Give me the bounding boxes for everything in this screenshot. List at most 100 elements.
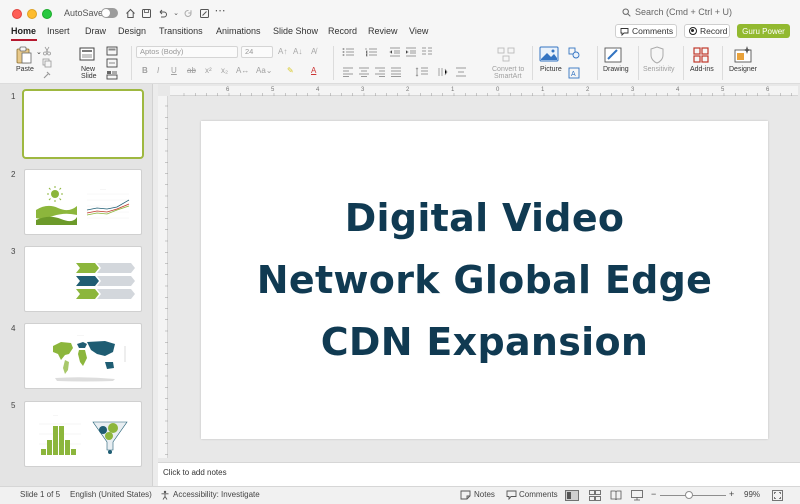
increase-indent-icon[interactable] — [405, 47, 417, 57]
normal-view-icon[interactable] — [565, 490, 579, 501]
tab-view[interactable]: View — [409, 26, 428, 36]
new-slide-icon[interactable] — [78, 46, 98, 64]
cut-icon[interactable] — [42, 46, 52, 56]
superscript-icon[interactable]: x² — [205, 66, 212, 75]
format-painter-icon[interactable] — [198, 7, 210, 19]
tab-design[interactable]: Design — [118, 26, 146, 36]
accessibility-icon[interactable] — [160, 490, 170, 500]
underline-icon[interactable]: U — [171, 66, 177, 75]
tab-animations[interactable]: Animations — [216, 26, 261, 36]
slide-thumbnail-1[interactable] — [22, 89, 144, 159]
tab-insert[interactable]: Insert — [47, 26, 70, 36]
align-right-icon[interactable] — [374, 67, 386, 77]
zoom-slider-handle[interactable] — [685, 491, 693, 499]
format-brush-icon[interactable] — [42, 70, 52, 80]
zoom-in-icon[interactable]: + — [729, 489, 734, 499]
layout-icon[interactable] — [106, 46, 118, 56]
slide-thumbnail-5[interactable]: ····· — [24, 401, 142, 467]
font-size-field[interactable]: 24 — [241, 46, 273, 58]
decrease-indent-icon[interactable] — [389, 47, 401, 57]
add-ins-icon[interactable] — [692, 46, 710, 64]
save-icon[interactable] — [140, 7, 152, 19]
vertical-ruler[interactable] — [158, 96, 168, 458]
comments-button[interactable]: Comments — [615, 24, 677, 38]
autosave-toggle[interactable] — [101, 8, 118, 18]
tab-record[interactable]: Record — [328, 26, 357, 36]
tab-transitions[interactable]: Transitions — [159, 26, 203, 36]
slide-title-line-2[interactable]: Network Global Edge — [257, 249, 712, 311]
reading-view-icon[interactable] — [610, 490, 622, 501]
highlight-icon[interactable]: ✎ — [287, 66, 294, 75]
paste-icon[interactable] — [14, 45, 34, 65]
horizontal-ruler[interactable]: 6 5 4 3 2 1 0 1 2 3 4 5 6 — [170, 86, 798, 96]
change-case-icon[interactable]: Aa⌄ — [256, 66, 273, 75]
undo-dropdown-icon[interactable]: ⌄ — [170, 7, 182, 19]
slide-show-icon[interactable] — [631, 490, 643, 501]
slide-thumbnail-3[interactable] — [24, 246, 142, 312]
picture-icon[interactable] — [539, 46, 559, 62]
justify-icon[interactable] — [390, 67, 402, 77]
line-spacing-icon[interactable] — [415, 67, 429, 77]
fit-slide-icon[interactable] — [772, 490, 783, 501]
slide-thumbnail-2[interactable]: ······ — [24, 169, 142, 235]
more-icon[interactable]: ⋯ — [214, 4, 226, 17]
notes-pane[interactable]: Click to add notes — [158, 462, 800, 486]
slide-sorter-icon[interactable] — [589, 490, 601, 501]
notes-icon[interactable] — [460, 490, 471, 500]
comments-status-icon[interactable] — [506, 490, 517, 500]
home-icon[interactable] — [124, 7, 136, 19]
align-text-icon[interactable] — [455, 67, 467, 77]
decrease-font-icon[interactable]: A↓ — [293, 47, 302, 56]
convert-smartart-icon[interactable] — [497, 46, 517, 62]
copy-icon[interactable] — [42, 58, 52, 68]
italic-icon[interactable]: I — [157, 66, 159, 75]
language-indicator[interactable]: English (United States) — [70, 490, 152, 499]
zoom-level[interactable]: 99% — [744, 490, 760, 499]
increase-font-icon[interactable]: A↑ — [278, 47, 287, 56]
zoom-slider-track[interactable] — [660, 495, 726, 496]
close-window-button[interactable] — [12, 9, 22, 19]
accessibility-status[interactable]: Accessibility: Investigate — [173, 490, 260, 499]
tab-home[interactable]: Home — [11, 26, 36, 36]
slide-title-line-1[interactable]: Digital Video — [345, 187, 625, 249]
search-box[interactable]: Search (Cmd + Ctrl + U) — [622, 7, 732, 17]
slide-thumbnail-4[interactable]: ······· — [24, 323, 142, 389]
columns-icon[interactable] — [421, 47, 433, 57]
section-icon[interactable] — [106, 70, 118, 80]
shapes-icon[interactable] — [568, 47, 580, 59]
bullets-icon[interactable] — [342, 47, 356, 57]
zoom-out-icon[interactable]: − — [651, 489, 656, 499]
guru-power-button[interactable]: Guru Power — [737, 24, 790, 38]
subscript-icon[interactable]: x₂ — [221, 66, 228, 75]
minimize-window-button[interactable] — [27, 9, 37, 19]
comments-toggle[interactable]: Comments — [519, 490, 558, 499]
character-spacing-icon[interactable]: A↔ — [236, 66, 249, 75]
paste-dropdown-icon[interactable]: ⌄ — [36, 48, 42, 56]
undo-icon[interactable] — [156, 7, 168, 19]
sensitivity-icon[interactable] — [649, 46, 665, 64]
drawing-icon[interactable] — [603, 45, 623, 65]
font-color-icon[interactable]: A — [311, 66, 316, 75]
reset-icon[interactable] — [106, 58, 118, 68]
font-name-field[interactable]: Aptos (Body) — [136, 46, 238, 58]
bold-icon[interactable]: B — [142, 66, 148, 75]
search-placeholder: Search (Cmd + Ctrl + U) — [635, 7, 733, 17]
tab-draw[interactable]: Draw — [85, 26, 106, 36]
zoom-window-button[interactable] — [42, 9, 52, 19]
paste-label: Paste — [16, 66, 34, 73]
align-left-icon[interactable] — [342, 67, 354, 77]
numbering-icon[interactable] — [365, 47, 379, 57]
clear-formatting-icon[interactable]: A̸ — [311, 47, 316, 56]
redo-icon[interactable] — [182, 7, 194, 19]
align-center-icon[interactable] — [358, 67, 370, 77]
tab-review[interactable]: Review — [368, 26, 398, 36]
text-direction-icon[interactable] — [437, 67, 449, 77]
designer-icon[interactable] — [733, 45, 753, 65]
strikethrough-icon[interactable]: ab — [187, 66, 196, 75]
slide-title-line-3[interactable]: CDN Expansion — [321, 311, 649, 373]
tab-slide-show[interactable]: Slide Show — [273, 26, 318, 36]
record-button[interactable]: Record — [684, 24, 730, 38]
slide-canvas[interactable]: Digital Video Network Global Edge CDN Ex… — [201, 121, 768, 439]
text-box-icon[interactable]: A — [568, 67, 580, 79]
notes-toggle[interactable]: Notes — [474, 490, 495, 499]
